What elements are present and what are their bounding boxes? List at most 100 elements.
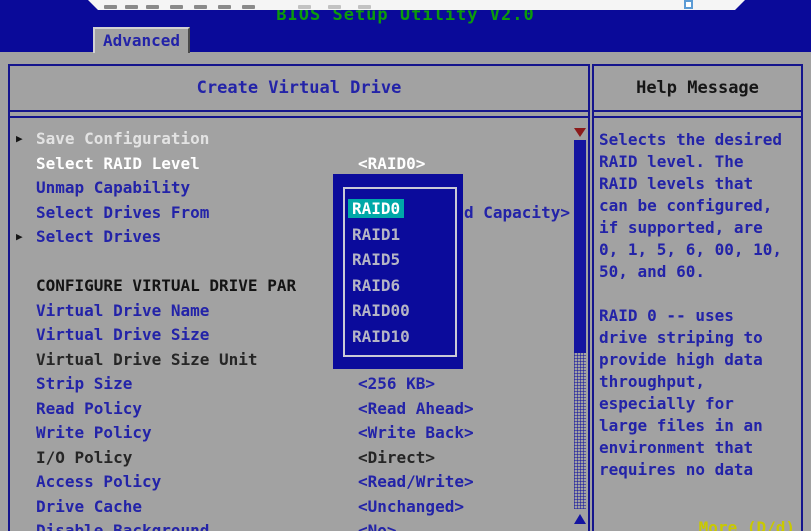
blue-outline-square-icon[interactable] [684, 0, 693, 9]
menu-item-disable-background[interactable]: Disable Background <No> [12, 519, 570, 531]
menu-item-label: Access Policy [36, 472, 161, 491]
menu-item-save-configuration[interactable]: ▶ Save Configuration [12, 127, 570, 152]
raid-option-raid10[interactable]: RAID10 [348, 324, 455, 350]
toolbar-icon-fragment[interactable] [328, 5, 341, 9]
raid-option-raid1[interactable]: RAID1 [348, 222, 455, 248]
menu-item-io-policy[interactable]: I/O Policy <Direct> [12, 446, 570, 471]
help-more-indicator: More (D/d) [699, 518, 795, 531]
header-divider [10, 110, 588, 118]
menu-item-label: Virtual Drive Name [36, 301, 209, 320]
help-text-line: requires no data [599, 459, 797, 481]
menu-item-unmap-capability[interactable]: Unmap Capability [12, 176, 570, 201]
help-text: Selects the desiredRAID level. TheRAID l… [594, 118, 801, 481]
scrollbar-track[interactable] [574, 353, 586, 509]
help-text-line: RAID 0 -- uses [599, 305, 797, 327]
scrollbar[interactable] [573, 124, 588, 531]
raid-option-raid00[interactable]: RAID00 [348, 298, 455, 324]
menu-item-label: Select RAID Level [36, 154, 200, 173]
help-text-line: large files in an [599, 415, 797, 437]
menu-item-access-policy[interactable]: Access Policy <Read/Write> [12, 470, 570, 495]
toolbar-icon-fragment[interactable] [104, 5, 117, 9]
menu-item-value: <Read Ahead> [358, 397, 474, 422]
help-text-line: if supported, are [599, 217, 797, 239]
settings-list: ▶ Save Configuration Select RAID Level <RAI… [12, 127, 570, 531]
toolbar-icon-fragment[interactable] [194, 5, 207, 9]
menu-item-value: <Read/Write> [358, 470, 474, 495]
help-panel: Help Message Selects the desiredRAID lev… [592, 64, 803, 531]
toolbar-icon-fragment[interactable] [170, 5, 183, 9]
toolbar-icon-fragment[interactable] [146, 5, 159, 9]
menu-item-label: Save Configuration [36, 129, 209, 148]
raid-option-label: RAID1 [348, 225, 404, 244]
help-text-line: provide high data [599, 349, 797, 371]
raid-level-options: RAID0 RAID1 RAID5 RAID6 RAID00RAID10 [345, 189, 455, 349]
raid-option-label: RAID6 [348, 276, 404, 295]
menu-item-write-policy[interactable]: Write Policy <Write Back> [12, 421, 570, 446]
menu-item-value: d Capacity> [464, 201, 570, 226]
scrollbar-thumb[interactable] [574, 140, 586, 353]
menu-item-configure-header: CONFIGURE VIRTUAL DRIVE PAR [12, 274, 570, 299]
menu-item-label: I/O Policy [36, 448, 132, 467]
submenu-arrow-icon: ▶ [16, 225, 23, 250]
menu-item-label: CONFIGURE VIRTUAL DRIVE PAR [36, 276, 296, 295]
help-text-line: 0, 1, 5, 6, 00, 10, [599, 239, 797, 261]
menu-item-value: <Unchanged> [358, 495, 464, 520]
toolbar-icon-fragment[interactable] [298, 5, 311, 9]
raid-option-raid5[interactable]: RAID5 [348, 247, 455, 273]
menu-item-select-drives[interactable]: ▶ Select Drives [12, 225, 570, 250]
menu-item-strip-size[interactable]: Strip Size <256 KB> [12, 372, 570, 397]
raid-option-raid0[interactable]: RAID0 [348, 196, 455, 222]
menu-item-virtual-drive-size[interactable]: Virtual Drive Size [12, 323, 570, 348]
menu-item-drive-cache[interactable]: Drive Cache <Unchanged> [12, 495, 570, 520]
scroll-down-arrow-icon[interactable] [574, 128, 586, 137]
raid-option-label: RAID0 [348, 199, 404, 218]
menu-item-label: Read Policy [36, 399, 142, 418]
toolbar-icon-fragment[interactable] [218, 5, 231, 9]
bios-main-area: Create Virtual Drive ▶ Save Configuration… [0, 52, 811, 531]
raid-option-raid6[interactable]: RAID6 [348, 273, 455, 299]
create-virtual-drive-panel: Create Virtual Drive ▶ Save Configuration… [8, 64, 590, 531]
menu-item-select-drives-from[interactable]: Select Drives From d Capacity> [12, 201, 570, 226]
help-text-line [599, 283, 797, 305]
bios-setup-screen: BIOS Setup Utility V2.0 Advanced Create … [0, 0, 811, 531]
raid-level-dropdown-border: RAID0 RAID1 RAID5 RAID6 RAID00RAID10 [343, 187, 457, 357]
help-text-line: environment that [599, 437, 797, 459]
menu-item-value: <No> [358, 519, 397, 531]
menu-item-virtual-drive-size-unit[interactable]: Virtual Drive Size Unit [12, 348, 570, 373]
header-divider [594, 110, 801, 118]
menu-item-label: Disable Background [36, 521, 209, 531]
tab-advanced[interactable]: Advanced [93, 27, 190, 53]
menu-item-value: <RAID0> [358, 152, 425, 177]
menu-item-label: Strip Size [36, 374, 132, 393]
menu-item-value: <256 KB> [358, 372, 435, 397]
menu-item-label: Virtual Drive Size Unit [36, 350, 258, 369]
raid-level-dropdown: RAID0 RAID1 RAID5 RAID6 RAID00RAID10 [333, 174, 463, 369]
remote-console-toolbar [88, 0, 745, 10]
panel-title: Create Virtual Drive [10, 66, 588, 110]
menu-item-label: Drive Cache [36, 497, 142, 516]
toolbar-icon-fragment[interactable] [125, 5, 138, 9]
menu-item-select-raid-level[interactable]: Select RAID Level <RAID0> [12, 152, 570, 177]
menu-item-virtual-drive-name[interactable]: Virtual Drive Name [12, 299, 570, 324]
scroll-up-arrow-icon[interactable] [574, 514, 586, 524]
menu-item-value: <Write Back> [358, 421, 474, 446]
blank-row [12, 250, 570, 275]
menu-item-label: Select Drives From [36, 203, 209, 222]
help-text-line: especially for [599, 393, 797, 415]
menu-item-label: Write Policy [36, 423, 152, 442]
help-text-line: Selects the desired [599, 129, 797, 151]
menu-item-label: Select Drives [36, 227, 161, 246]
help-text-line: throughput, [599, 371, 797, 393]
help-text-line: RAID level. The [599, 151, 797, 173]
menu-item-label: Unmap Capability [36, 178, 190, 197]
menu-item-label: Virtual Drive Size [36, 325, 209, 344]
help-text-line: 50, and 60. [599, 261, 797, 283]
menu-item-value: <Direct> [358, 446, 435, 471]
raid-option-label: RAID5 [348, 250, 404, 269]
help-title: Help Message [594, 66, 801, 110]
toolbar-icon-fragment[interactable] [358, 5, 371, 9]
menu-item-read-policy[interactable]: Read Policy <Read Ahead> [12, 397, 570, 422]
toolbar-icon-fragment[interactable] [242, 5, 255, 9]
help-text-line: RAID levels that [599, 173, 797, 195]
submenu-arrow-icon: ▶ [16, 127, 23, 152]
